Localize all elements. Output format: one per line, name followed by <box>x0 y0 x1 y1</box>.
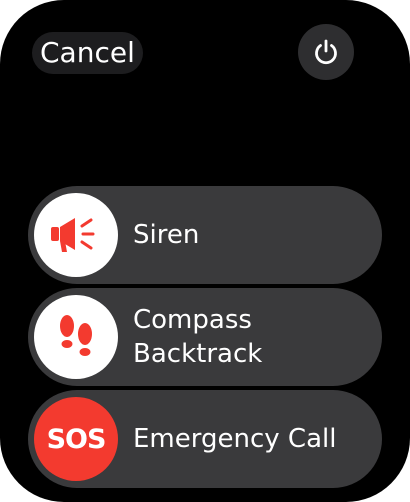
footprints-icon <box>60 315 92 356</box>
compass-backtrack-label: Compass Backtrack <box>133 303 262 371</box>
siren-slider-knob[interactable] <box>34 193 118 277</box>
siren-slider[interactable]: Siren <box>28 186 382 284</box>
emergency-call-label: Emergency Call <box>133 424 337 454</box>
siren-label: Siren <box>133 220 200 250</box>
compass-backtrack-label-line-2: Backtrack <box>133 339 263 369</box>
compass-backtrack-label-line-1: Compass <box>133 305 252 335</box>
power-button[interactable] <box>298 24 354 80</box>
sos-badge: SOS <box>46 423 107 455</box>
cancel-button[interactable]: Cancel <box>32 32 143 74</box>
compass-backtrack-slider-knob[interactable] <box>34 295 118 379</box>
compass-backtrack-slider[interactable]: Compass Backtrack <box>28 288 382 386</box>
watch-screen: Cancel Siren Compass Backtrack SOS Emerg… <box>0 0 410 502</box>
emergency-call-slider[interactable]: SOS Emergency Call <box>28 390 382 488</box>
megaphone-icon <box>51 218 95 252</box>
emergency-call-slider-knob[interactable]: SOS <box>34 397 118 481</box>
power-icon <box>315 39 337 65</box>
